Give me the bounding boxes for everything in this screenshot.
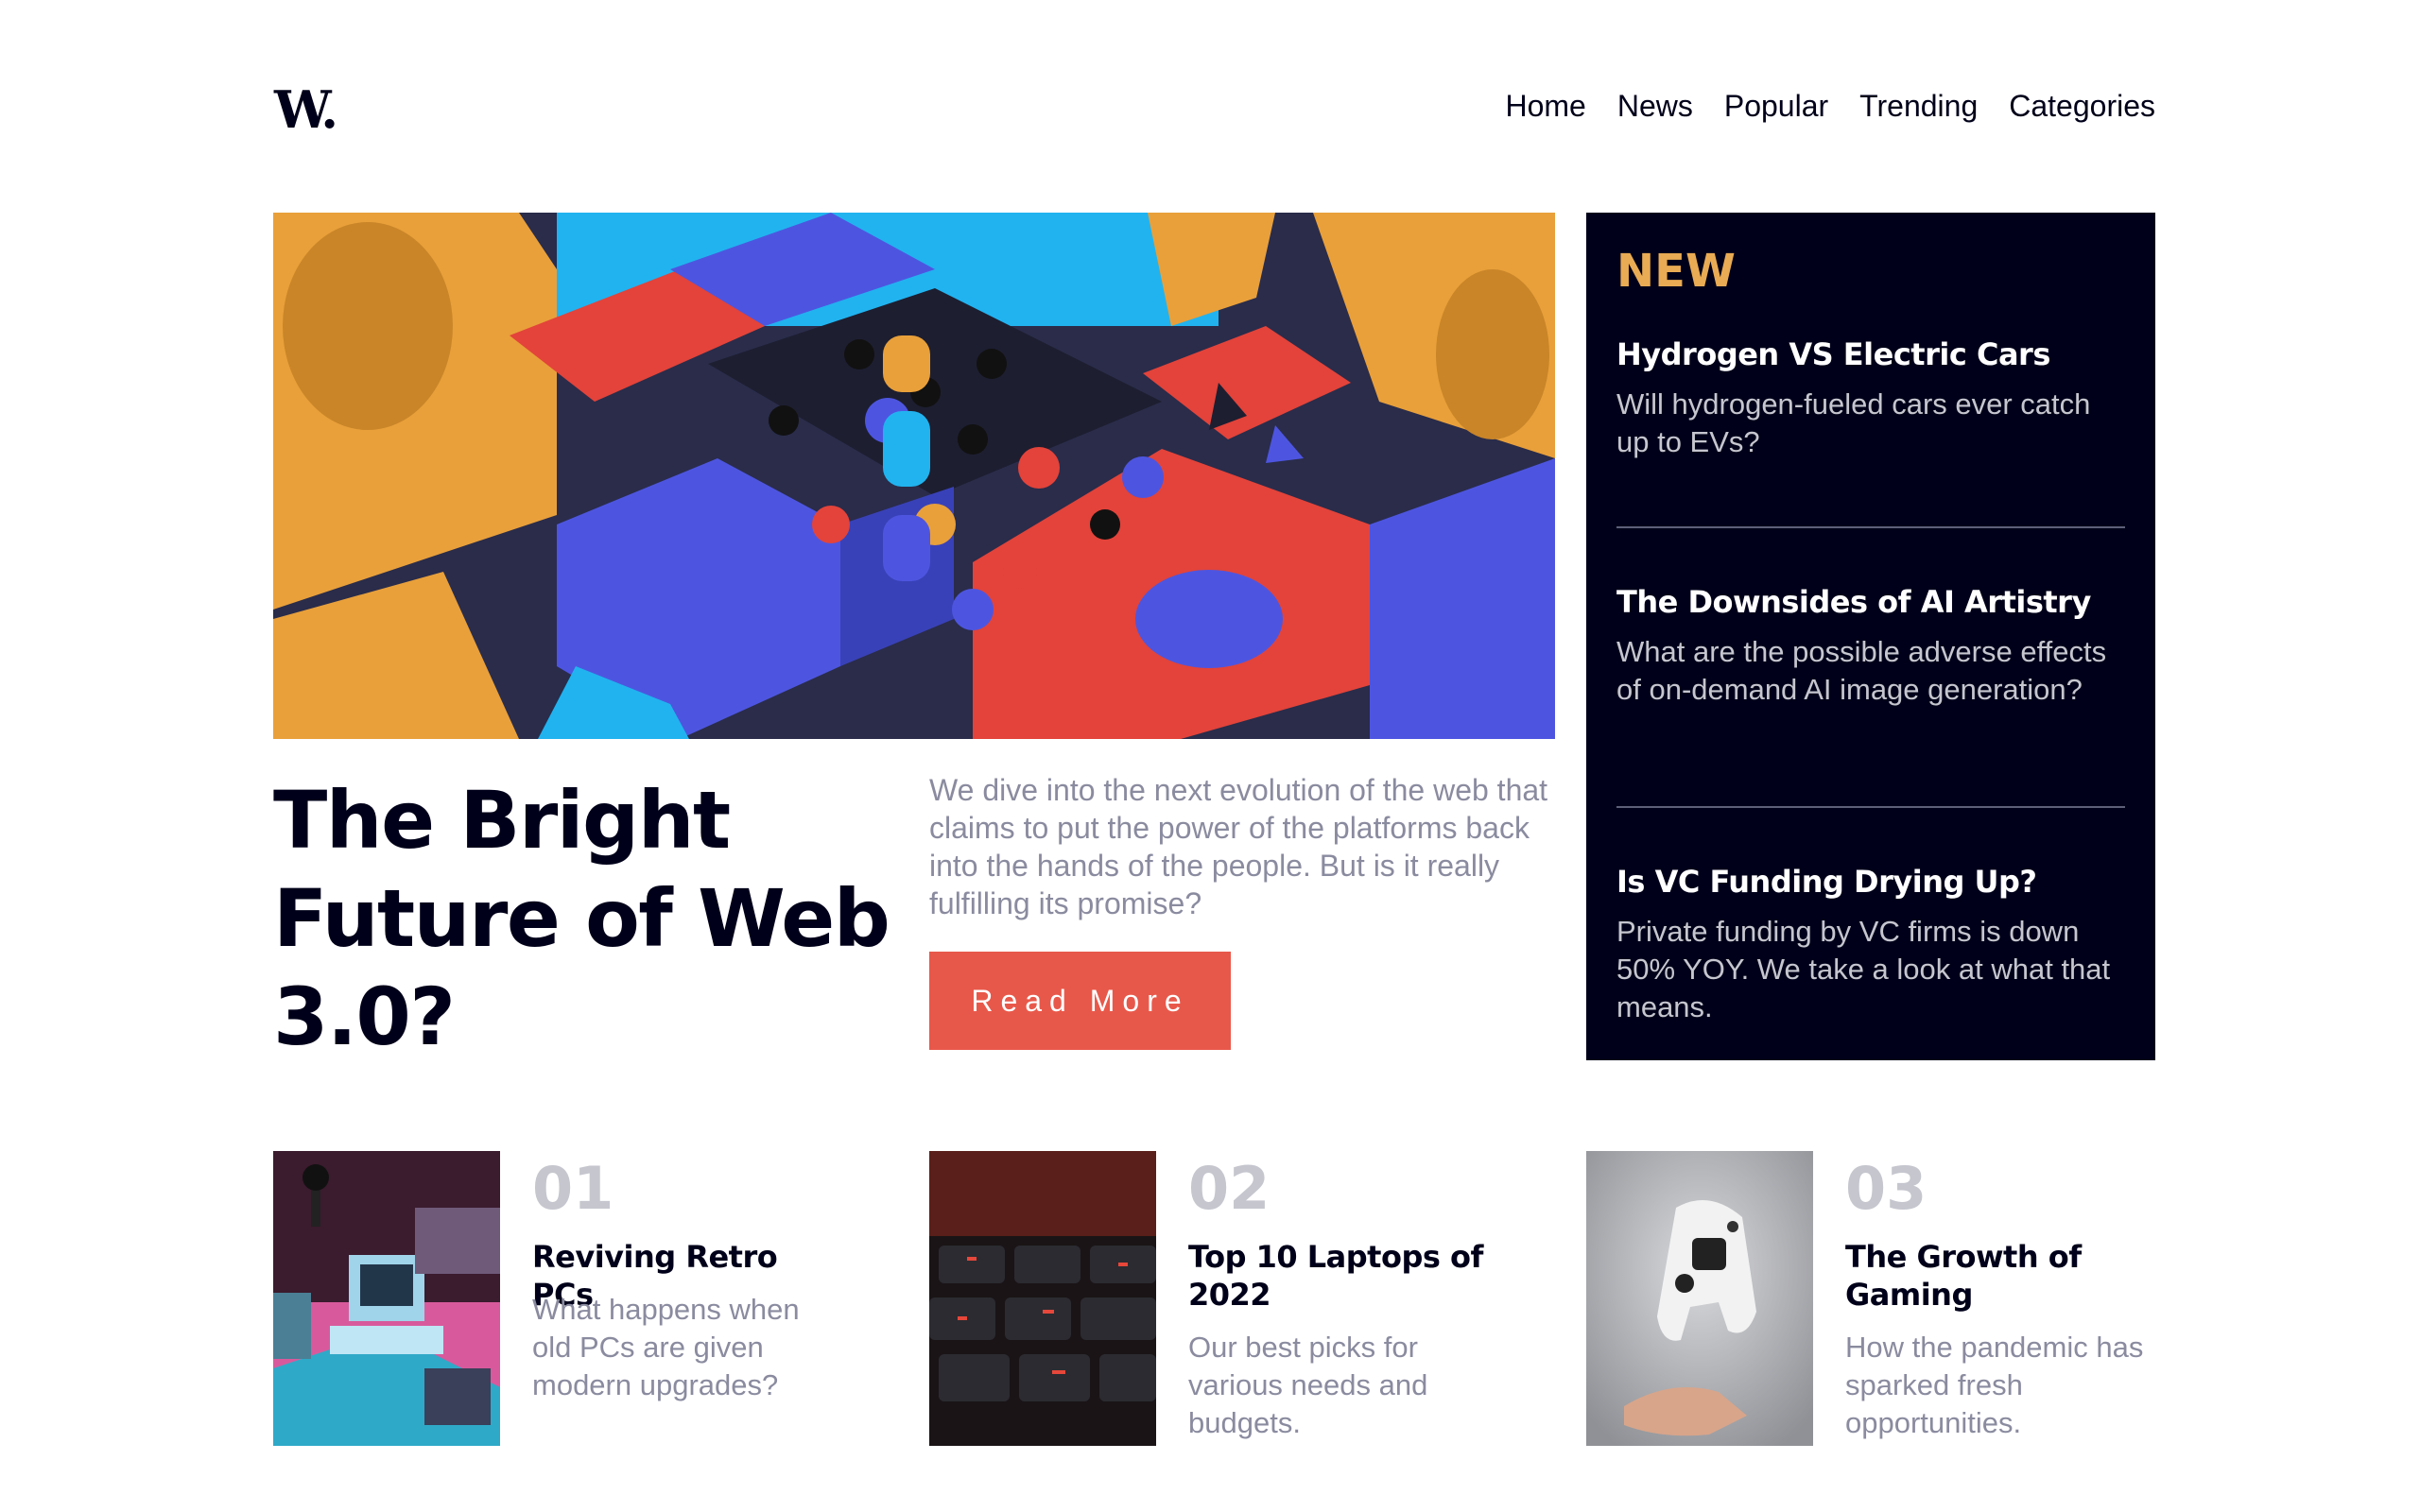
card-number: 02 — [1188, 1154, 1270, 1223]
new-item-description: What are the possible adverse effects of… — [1616, 635, 2107, 706]
card-title[interactable]: Top 10 Laptops of 2022 — [1188, 1238, 1491, 1314]
read-more-button[interactable]: Read More — [929, 952, 1231, 1050]
card-number: 01 — [532, 1154, 614, 1223]
nav-news[interactable]: News — [1617, 89, 1693, 124]
new-item[interactable]: Is VC Funding Drying Up? Private funding… — [1616, 863, 2125, 1026]
card-description: What happens when old PCs are given mode… — [532, 1293, 800, 1401]
article-card: 01 Reviving Retro PCs What happens when … — [273, 1151, 840, 1446]
hero-description: We dive into the next evolution of the w… — [929, 773, 1548, 920]
laptop-keyboard-thumbnail[interactable] — [929, 1151, 1156, 1446]
new-item-description: Will hydrogen-fueled cars ever catch up … — [1616, 387, 2091, 458]
retro-pc-thumbnail[interactable] — [273, 1151, 500, 1446]
article-card: 02 Top 10 Laptops of 2022 Our best picks… — [929, 1151, 1496, 1446]
nav-categories[interactable]: Categories — [2009, 89, 2155, 124]
hero-image — [273, 213, 1555, 739]
new-item-title[interactable]: Hydrogen VS Electric Cars — [1616, 335, 2125, 373]
hero-title: The Bright Future of Web 3.0? — [273, 774, 890, 1063]
article-card: 03 The Growth of Gaming How the pandemic… — [1586, 1151, 2153, 1446]
divider — [1616, 806, 2125, 808]
new-item-title[interactable]: The Downsides of AI Artistry — [1616, 583, 2125, 621]
new-item-description: Private funding by VC firms is down 50% … — [1616, 915, 2111, 1023]
gaming-controller-thumbnail[interactable] — [1586, 1151, 1813, 1446]
card-description: How the pandemic has sparked fresh oppor… — [1845, 1331, 2144, 1439]
nav-popular[interactable]: Popular — [1724, 89, 1828, 124]
nav-home[interactable]: Home — [1505, 89, 1585, 124]
nav-trending[interactable]: Trending — [1859, 89, 1978, 124]
new-heading: NEW — [1616, 245, 1736, 298]
card-number: 03 — [1845, 1154, 1927, 1223]
new-panel: NEW Hydrogen VS Electric Cars Will hydro… — [1586, 213, 2155, 1060]
card-title[interactable]: The Growth of Gaming — [1845, 1238, 2148, 1314]
new-item-title[interactable]: Is VC Funding Drying Up? — [1616, 863, 2125, 901]
new-item[interactable]: The Downsides of AI Artistry What are th… — [1616, 583, 2125, 772]
card-description: Our best picks for various needs and bud… — [1188, 1331, 1428, 1439]
site-logo[interactable]: W. — [274, 79, 338, 140]
new-item[interactable]: Hydrogen VS Electric Cars Will hydrogen-… — [1616, 335, 2125, 477]
main-nav: Home News Popular Trending Categories — [1505, 89, 2155, 124]
divider — [1616, 526, 2125, 528]
site-header: W. Home News Popular Trending Categories — [274, 79, 2155, 140]
